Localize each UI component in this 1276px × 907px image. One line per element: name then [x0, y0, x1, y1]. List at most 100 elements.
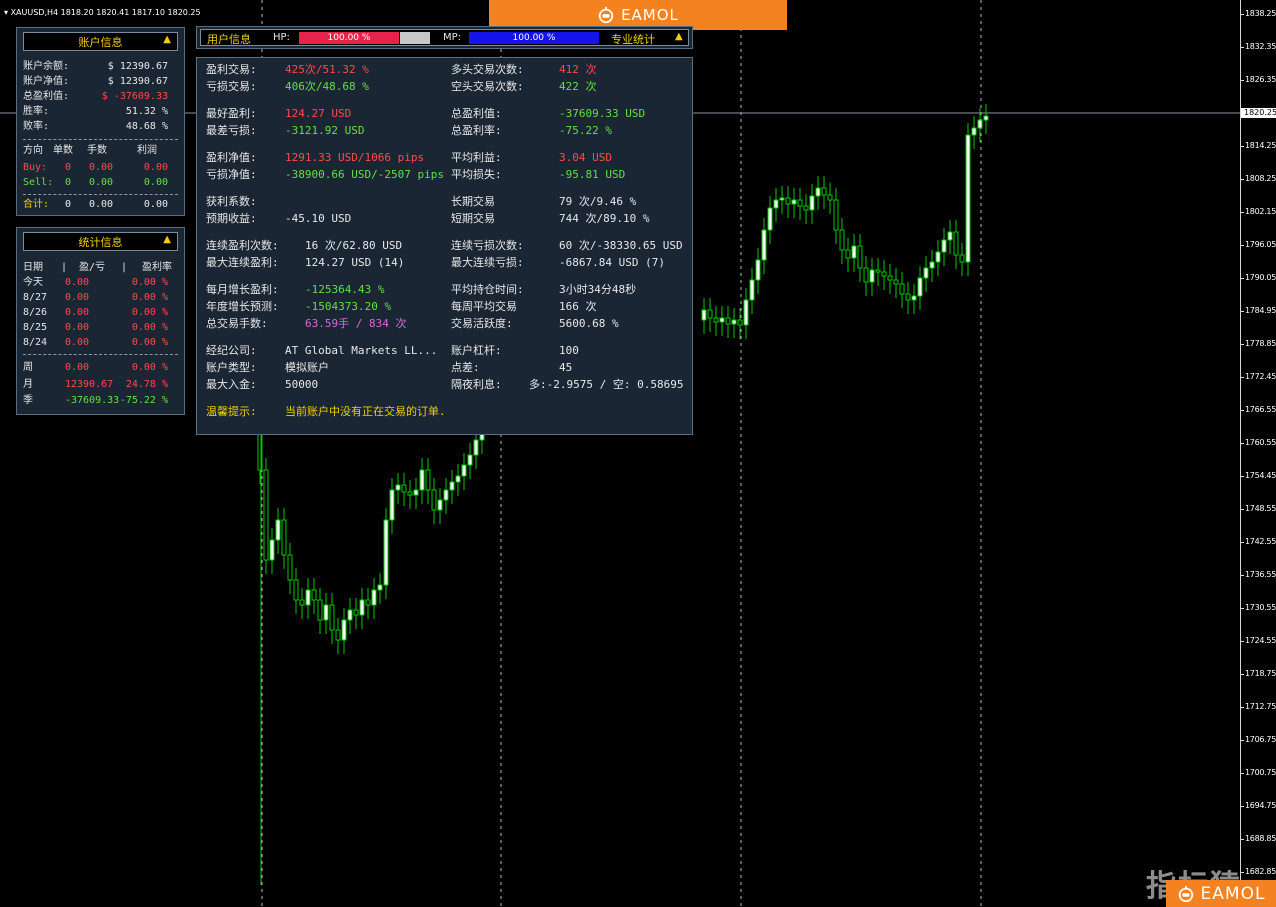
collapse-triangle-icon[interactable]: ▲	[675, 31, 683, 42]
candle-body	[341, 619, 347, 641]
total-profit-label: 总盈利值:	[451, 107, 502, 120]
candle-body	[311, 589, 317, 601]
yearly-forecast-label: 年度增长预测:	[206, 300, 279, 313]
candle-body	[779, 197, 785, 201]
short-term-value: 744 次/89.10 %	[559, 212, 650, 225]
max-cons-win-label: 最大连续盈利:	[206, 256, 279, 269]
season-label: 季	[23, 395, 33, 406]
cons-win-value: 16 次/62.80 USD	[305, 239, 403, 252]
net-profit-value: 1291.33 USD/1066 pips	[285, 151, 425, 164]
price-axis-tick	[1241, 212, 1244, 213]
stats-info-header[interactable]: 统计信息 ▲	[23, 232, 178, 251]
price-axis-label: 1772.45	[1245, 372, 1276, 381]
candle-body	[773, 199, 779, 209]
candle-body	[977, 119, 983, 129]
candle-body	[917, 277, 923, 297]
best-profit-label: 最好盈利:	[206, 107, 257, 120]
candle-body	[707, 309, 713, 319]
candle-body	[287, 554, 293, 581]
price-axis-label: 1838.25	[1245, 9, 1276, 18]
candle-body	[713, 317, 719, 323]
price-axis-tick	[1241, 575, 1244, 576]
price-axis-label: 1754.45	[1245, 471, 1276, 480]
user-info-title[interactable]: 用户信息	[207, 31, 251, 47]
cons-loss-label: 连续亏损次数:	[451, 239, 524, 252]
candle-body	[905, 293, 911, 301]
price-axis-tick	[1241, 443, 1244, 444]
price-axis-label: 1694.75	[1245, 801, 1276, 810]
month-label: 月	[23, 379, 33, 390]
candle-body	[965, 134, 971, 263]
win-rate-label: 胜率:	[23, 106, 50, 117]
total-count: 0	[65, 199, 72, 210]
account-info-panel: 账户信息 ▲ 账户余额: $ 12390.67 账户净值: $ 12390.67…	[16, 27, 185, 216]
price-axis-tick	[1241, 278, 1244, 279]
price-axis-tick	[1241, 146, 1244, 147]
price-axis-label: 1808.25	[1245, 174, 1276, 183]
price-axis-tick	[1241, 608, 1244, 609]
total-rate-label: 总盈利率:	[451, 124, 502, 137]
candle-body	[425, 469, 431, 491]
mp-label: MP:	[443, 32, 462, 43]
collapse-triangle-icon[interactable]: ▲	[163, 234, 171, 245]
candle-body	[407, 491, 413, 496]
brand-text: EAMOL	[1200, 883, 1266, 904]
price-axis-label: 1790.05	[1245, 273, 1276, 282]
price-axis-label: 1766.55	[1245, 405, 1276, 414]
price-axis-label: 1724.55	[1245, 636, 1276, 645]
candle-body	[467, 454, 473, 466]
current-price-label: 1820.25	[1241, 108, 1276, 118]
collapse-triangle-icon[interactable]: ▲	[163, 34, 171, 45]
price-axis-tick	[1241, 674, 1244, 675]
avg-profit-value: 3.04 USD	[559, 151, 612, 164]
stats-pl: 0.00	[65, 322, 90, 333]
candle-body	[701, 309, 707, 321]
price-axis-tick	[1241, 740, 1244, 741]
price-axis-label: 1748.55	[1245, 504, 1276, 513]
net-profit-label: 盈利净值:	[206, 151, 257, 164]
candle-body	[725, 317, 731, 325]
candle-body	[359, 599, 365, 616]
symbol-bar: ▾ XAUUSD,H4 1818.20 1820.41 1817.10 1820…	[4, 8, 201, 17]
loss-rate-value: 48.68 %	[125, 121, 168, 132]
price-axis-tick	[1241, 377, 1244, 378]
short-trades-label: 空头交易次数:	[451, 80, 524, 93]
price-axis-label: 1706.75	[1245, 735, 1276, 744]
candle-body	[785, 197, 791, 205]
candle-body	[935, 251, 941, 263]
equity-label: 账户净值:	[23, 76, 70, 87]
candle-body	[941, 239, 947, 253]
col-sep: |	[61, 262, 68, 273]
candle-body	[755, 259, 761, 281]
candle-body	[815, 187, 821, 197]
candle-body	[983, 115, 989, 121]
monthly-growth-value: -125364.43 %	[305, 283, 385, 296]
eamol-logo-icon	[598, 6, 614, 24]
candle-body	[953, 231, 959, 256]
weekly-avg-value: 166 次	[559, 300, 597, 313]
stats-date: 今天	[23, 277, 43, 288]
candle-body	[911, 295, 917, 301]
price-axis-tick	[1241, 311, 1244, 312]
candle-body	[731, 319, 737, 325]
swap-value: 多:-2.9575 / 空: 0.58695	[529, 378, 684, 391]
candle-body	[839, 229, 845, 251]
account-info-header[interactable]: 账户信息 ▲	[23, 32, 178, 51]
stats-pl: 0.00	[65, 292, 90, 303]
candle-body	[335, 629, 341, 641]
hp-bar: 100.00 %	[299, 32, 399, 44]
long-term-value: 79 次/9.46 %	[559, 195, 637, 208]
price-axis[interactable]: 1838.25 1832.35 1826.35 1814.25 1808.25 1802.…	[1240, 0, 1276, 907]
pro-stats-title[interactable]: 专业统计	[611, 31, 655, 47]
candle-body	[929, 261, 935, 269]
loss-trades-value: 406次/48.68 %	[285, 80, 369, 93]
candle-body	[881, 271, 887, 277]
avg-hold-label: 平均持仓时间:	[451, 283, 524, 296]
divider	[23, 194, 178, 195]
user-info-bar-inner: 用户信息 HP: 100.00 % MP: 100.00 % 专业统计 ▲	[200, 29, 689, 46]
price-axis-label: 1814.25	[1245, 141, 1276, 150]
price-axis-label: 1826.35	[1245, 75, 1276, 84]
candle-body	[365, 599, 371, 606]
short-trades-value: 422 次	[559, 80, 597, 93]
pro-stats-panel: 盈利交易: 425次/51.32 % 多头交易次数: 412 次 亏损交易: 4…	[196, 57, 693, 435]
